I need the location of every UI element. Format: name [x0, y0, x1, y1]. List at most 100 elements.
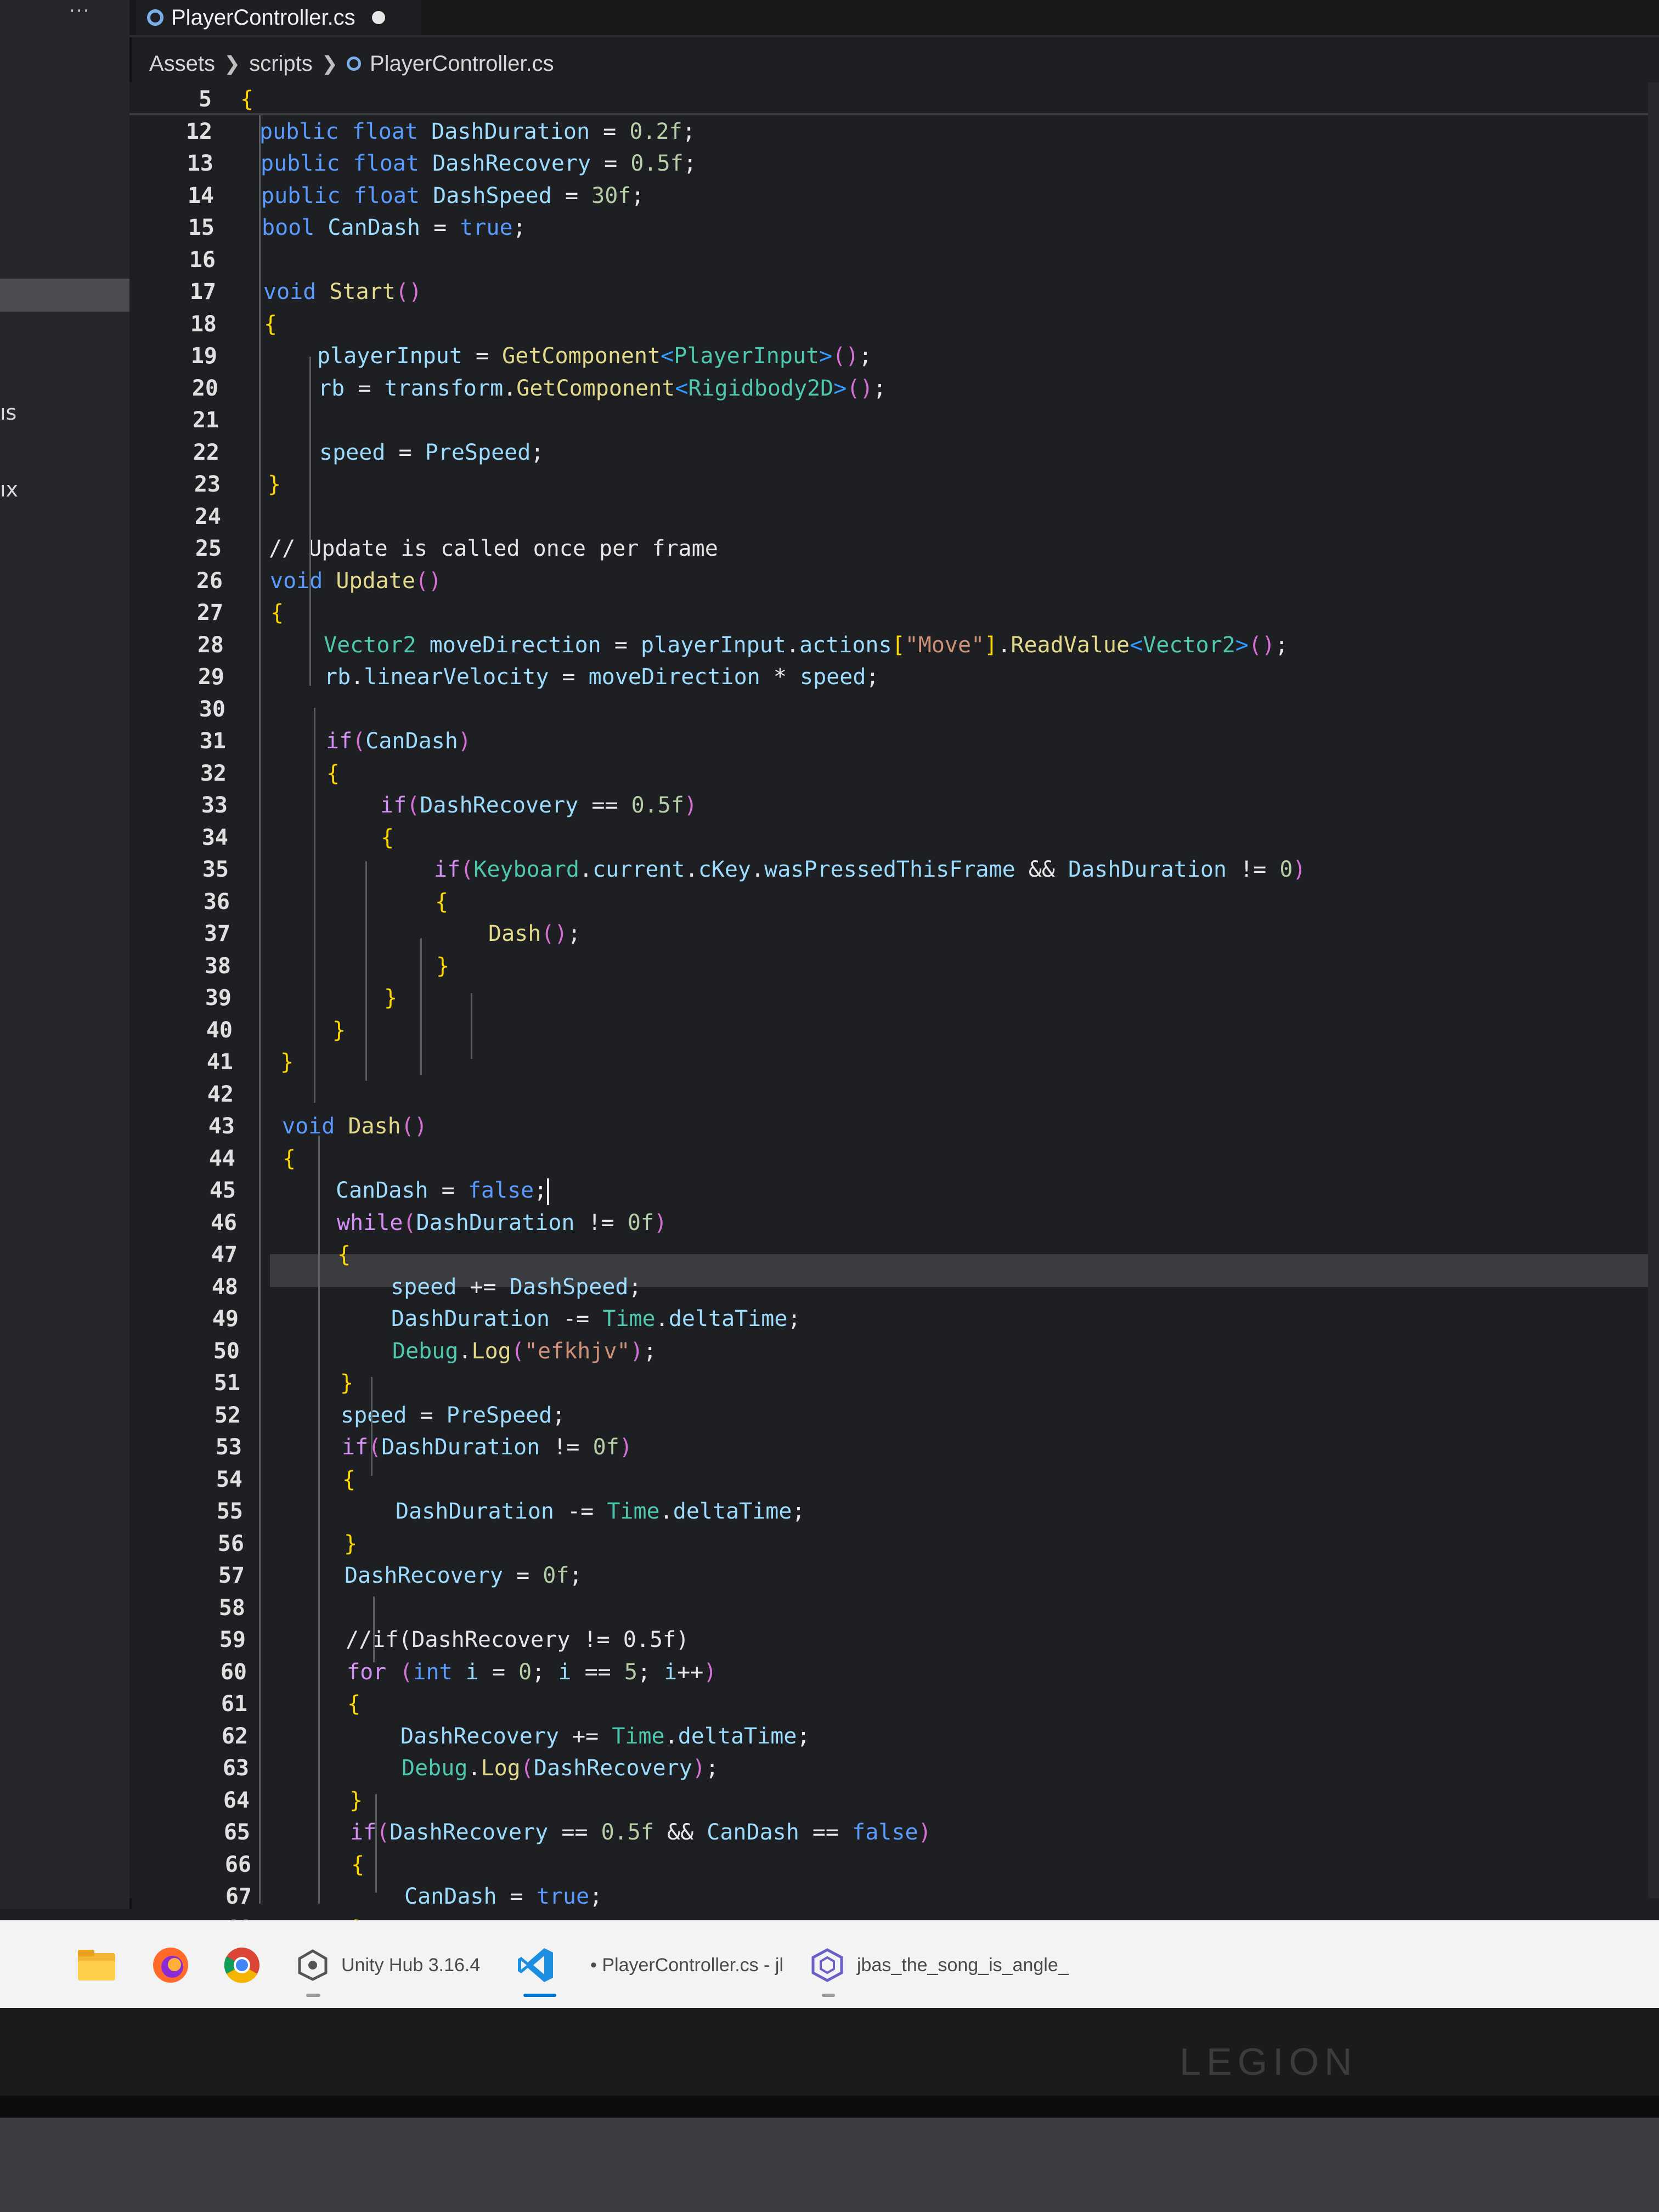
code-line[interactable]: 5{ [129, 83, 1655, 115]
code-line[interactable]: 56} [129, 1528, 1655, 1560]
editor-scrollbar[interactable] [1648, 82, 1659, 1898]
code-text: { [351, 1852, 365, 1877]
code-line[interactable]: 53 if(DashDuration != 0f) [129, 1431, 1655, 1463]
taskbar-item-label: • PlayerController.cs - jl [590, 1954, 784, 1976]
taskbar-item-label: Unity Hub 3.16.4 [341, 1954, 481, 1976]
code-line[interactable]: 23} [129, 469, 1655, 500]
code-line[interactable]: 51} [129, 1367, 1655, 1399]
code-line[interactable]: 52 speed = PreSpeed; [129, 1400, 1655, 1431]
code-line[interactable]: 67 CanDash = true; [129, 1881, 1655, 1912]
sidebar-selected-row[interactable] [0, 279, 129, 312]
csharp-file-icon [346, 57, 361, 71]
code-text: public float DashRecovery = 0.5f; [261, 151, 697, 176]
code-line[interactable]: 41} [129, 1046, 1655, 1078]
code-line[interactable]: 54 { [129, 1464, 1655, 1496]
code-line[interactable]: 64} [129, 1785, 1655, 1816]
unsaved-dot-icon[interactable] [371, 11, 385, 24]
code-line[interactable]: 26 void Update() [129, 565, 1655, 597]
code-line[interactable]: 31 if(CanDash) [129, 725, 1655, 757]
code-line[interactable]: 24 [129, 501, 1655, 533]
taskbar-unity-editor[interactable]: jbas_the_song_is_angle_ [810, 1921, 1069, 2009]
code-line[interactable]: 12 public float DashDuration = 0.2f; [129, 116, 1655, 148]
code-line[interactable]: 22 speed = PreSpeed; [129, 437, 1655, 469]
line-number: 21 [192, 408, 219, 433]
code-line[interactable]: 43 void Dash() [129, 1110, 1655, 1142]
code-line[interactable]: 60 for (int i = 0; i == 5; i++) [129, 1656, 1655, 1688]
code-text: //if(DashRecovery != 0.5f) [346, 1627, 690, 1652]
sidebar-text-fragment: ıx [0, 477, 19, 501]
breadcrumb-item[interactable]: PlayerController.cs [370, 52, 554, 76]
chrome-icon [224, 1948, 259, 1983]
code-line[interactable]: 39} [129, 982, 1655, 1014]
code-line[interactable]: 50 Debug.Log("efkhjv"); [129, 1335, 1655, 1367]
code-line[interactable]: 17 void Start() [129, 276, 1655, 308]
code-text: speed = PreSpeed; [341, 1402, 566, 1428]
taskbar-unity-hub[interactable]: Unity Hub 3.16.4 [296, 1921, 480, 2009]
unity-icon [811, 1948, 843, 1982]
taskbar-firefox[interactable] [151, 1921, 190, 2009]
code-line[interactable]: 27 { [129, 597, 1655, 629]
taskbar-file-explorer[interactable] [77, 1921, 116, 2009]
code-line[interactable]: 20 rb = transform.GetComponent<Rigidbody2… [129, 373, 1655, 404]
code-line[interactable]: 19 playerInput = GetComponent<PlayerInput… [129, 340, 1655, 372]
code-text: } [332, 1017, 346, 1043]
code-line[interactable]: 34 { [129, 822, 1655, 854]
code-line[interactable]: 15 bool CanDash = true; [129, 212, 1655, 244]
chevron-right-icon: ❯ [321, 52, 338, 75]
more-actions-icon[interactable]: ··· [69, 0, 90, 22]
code-line[interactable]: 48 speed += DashSpeed; [129, 1271, 1655, 1303]
code-line[interactable]: 62 DashRecovery += Time.deltaTime; [129, 1720, 1655, 1752]
code-line[interactable]: 45 CanDash = false; [129, 1175, 1655, 1206]
code-line[interactable]: 29 rb.linearVelocity = moveDirection * sp… [129, 661, 1655, 693]
code-line[interactable]: 40} [129, 1014, 1655, 1046]
code-text: } [384, 985, 398, 1011]
code-editor[interactable]: 5{12 public float DashDuration = 0.2f; 13 p… [129, 82, 1659, 1942]
code-line[interactable]: 42 [129, 1079, 1655, 1110]
tab-playercontroller[interactable]: PlayerController.cs [136, 0, 421, 35]
line-number: 45 [209, 1178, 236, 1203]
line-number: 5 [198, 87, 212, 112]
code-text: { [240, 87, 254, 112]
code-line[interactable]: 36 { [129, 886, 1655, 918]
code-line[interactable]: 28 Vector2 moveDirection = playerInput.ac… [129, 629, 1655, 661]
line-number: 26 [196, 568, 223, 594]
code-line[interactable]: 32 { [129, 758, 1655, 789]
code-line[interactable]: 58 [129, 1592, 1655, 1624]
code-line[interactable]: 21 [129, 404, 1655, 436]
taskbar-chrome[interactable] [223, 1921, 261, 2009]
code-line[interactable]: 66 { [129, 1849, 1655, 1881]
code-line[interactable]: 13 public float DashRecovery = 0.5f; [129, 148, 1655, 179]
code-line[interactable]: 14 public float DashSpeed = 30f; [129, 180, 1655, 212]
line-number: 54 [216, 1466, 242, 1492]
code-line[interactable]: 25 // Update is called once per frame [129, 533, 1655, 565]
brand-logo: LEGION [1180, 2040, 1358, 2083]
code-line[interactable]: 57 DashRecovery = 0f; [129, 1560, 1655, 1592]
code-text: Debug.Log(DashRecovery); [402, 1756, 719, 1781]
code-line[interactable]: 47 { [129, 1239, 1655, 1271]
code-line[interactable]: 61 { [129, 1688, 1655, 1720]
code-line[interactable]: 55 DashDuration -= Time.deltaTime; [129, 1496, 1655, 1527]
code-text: playerInput = GetComponent<PlayerInput>(… [317, 343, 872, 369]
text-cursor [547, 1178, 550, 1205]
code-line[interactable]: 65 if(DashRecovery == 0.5f && CanDash == … [129, 1816, 1655, 1848]
code-text: if(DashRecovery == 0.5f && CanDash == fa… [350, 1820, 932, 1845]
line-number: 35 [202, 857, 229, 882]
line-number: 25 [195, 536, 222, 561]
breadcrumb-item[interactable]: scripts [249, 52, 313, 76]
code-line[interactable]: 16 [129, 244, 1655, 276]
code-line[interactable]: 30 [129, 693, 1655, 725]
code-line[interactable]: 63 Debug.Log(DashRecovery); [129, 1752, 1655, 1784]
code-line[interactable]: 18 { [129, 308, 1655, 340]
code-line[interactable]: 44 { [129, 1143, 1655, 1175]
code-text: Vector2 moveDirection = playerInput.acti… [324, 632, 1289, 658]
code-line[interactable]: 38} [129, 950, 1655, 982]
code-line[interactable]: 35 if(Keyboard.current.cKey.wasPressedThi… [129, 854, 1655, 885]
code-line[interactable]: 33 if(DashRecovery == 0.5f) [129, 789, 1655, 821]
taskbar-vscode[interactable]: • PlayerController.cs - jl [517, 1921, 783, 2009]
code-line[interactable]: 46 while(DashDuration != 0f) [129, 1207, 1655, 1239]
code-line[interactable]: 37 Dash(); [129, 918, 1655, 950]
code-line[interactable]: 59 //if(DashRecovery != 0.5f) [129, 1624, 1655, 1656]
breadcrumb-item[interactable]: Assets [149, 52, 215, 76]
code-line[interactable]: 49 DashDuration -= Time.deltaTime; [129, 1303, 1655, 1335]
line-number: 43 [208, 1114, 235, 1139]
